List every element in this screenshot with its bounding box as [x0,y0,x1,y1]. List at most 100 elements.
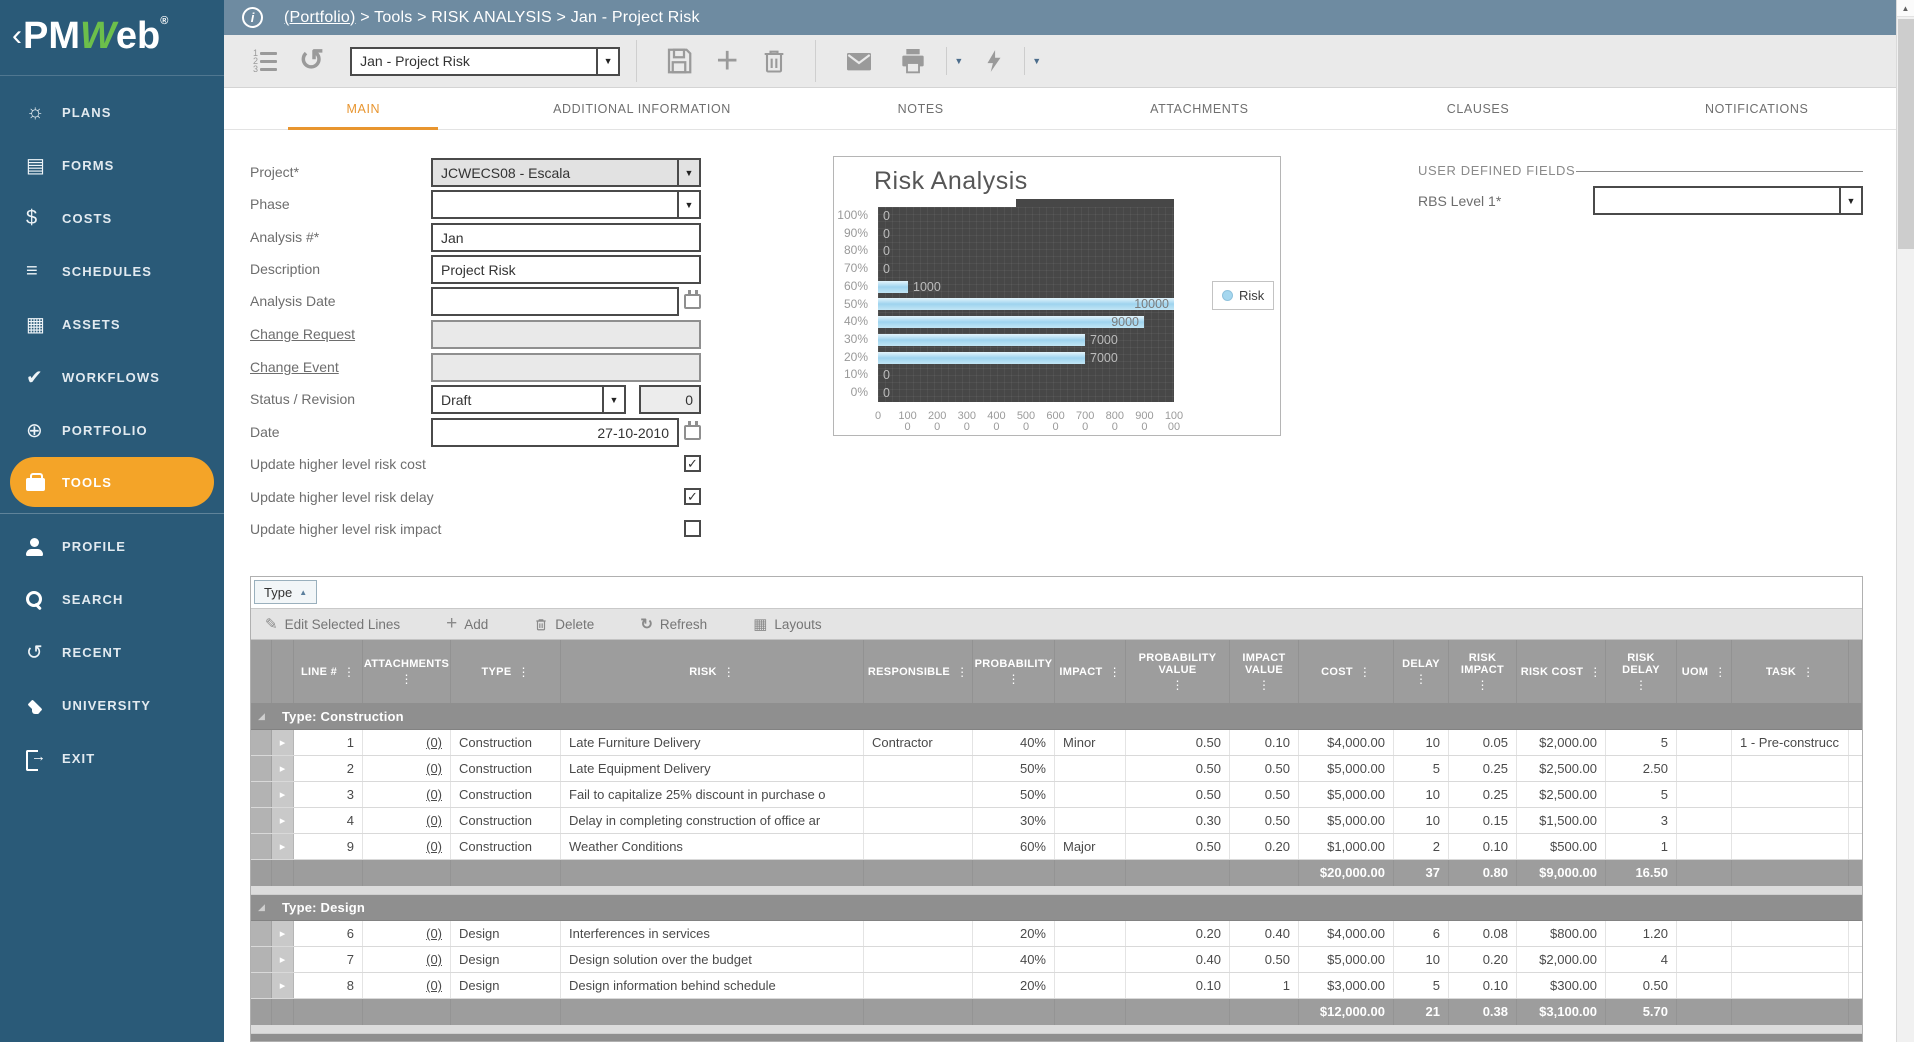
delete-line-button[interactable]: Delete [534,617,594,632]
scrollbar-thumb[interactable] [1898,19,1914,249]
column-menu-icon[interactable]: ⋮ [401,672,413,686]
row-expand-icon[interactable]: ▸ [272,973,294,998]
table-row[interactable]: ▸6(0)DesignInterferences in services20%0… [251,921,1862,947]
sidebar-item-portfolio[interactable]: ⊕PORTFOLIO [0,404,224,457]
table-row[interactable]: ▸1(0)ConstructionLate Furniture Delivery… [251,730,1862,756]
col-header-probability[interactable]: PROBABILITY⋮ [973,640,1055,703]
column-menu-icon[interactable]: ⋮ [1258,678,1270,692]
row-expand-icon[interactable]: ▸ [272,947,294,972]
sidebar-item-assets[interactable]: ▦ASSETS [0,298,224,351]
column-menu-icon[interactable]: ⋮ [956,665,968,679]
attachments-link[interactable]: (0) [426,735,442,750]
sidebar-item-costs[interactable]: $COSTS [0,192,224,245]
row-expand-icon[interactable]: ▸ [272,808,294,833]
attachments-link[interactable]: (0) [426,813,442,828]
column-menu-icon[interactable]: ⋮ [1109,665,1121,679]
attachments-link[interactable]: (0) [426,978,442,993]
column-menu-icon[interactable]: ⋮ [1714,665,1726,679]
lightning-icon[interactable] [981,47,1007,75]
table-row[interactable]: ▸3(0)ConstructionFail to capitalize 25% … [251,782,1862,808]
column-menu-icon[interactable]: ⋮ [1589,665,1601,679]
phase-select[interactable]: ▼ [431,190,701,219]
change-event-link[interactable]: Change Event [250,353,339,382]
analysis-number-input[interactable] [431,223,701,252]
checkbox[interactable]: ✓ [684,455,701,472]
record-selector[interactable]: ▼ [350,47,620,76]
group-collapse-icon[interactable]: ◢ [251,902,272,913]
sidebar-item-forms[interactable]: ▤FORMS [0,139,224,192]
col-header-risk-impact[interactable]: RISK IMPACT⋮ [1449,640,1517,703]
column-menu-icon[interactable]: ⋮ [1415,672,1427,686]
dropdown-caret-icon[interactable]: ▼ [602,387,624,412]
col-header-uom[interactable]: UOM⋮ [1677,640,1732,703]
col-header-line[interactable]: LINE #⋮ [294,640,363,703]
checkbox[interactable]: ✓ [684,488,701,505]
row-expand-icon[interactable]: ▸ [272,782,294,807]
table-row[interactable]: ▸7(0)DesignDesign solution over the budg… [251,947,1862,973]
col-header-delay[interactable]: DELAY⋮ [1394,640,1449,703]
attachments-link[interactable]: (0) [426,787,442,802]
col-header-impact-value[interactable]: IMPACT VALUE⋮ [1230,640,1299,703]
add-icon[interactable]: + [716,46,738,76]
group-row[interactable]: ◢Type: Construction [251,704,1862,730]
table-row[interactable]: ▸2(0)ConstructionLate Equipment Delivery… [251,756,1862,782]
attachments-link[interactable]: (0) [426,952,442,967]
table-row[interactable]: ▸9(0)ConstructionWeather Conditions60%Ma… [251,834,1862,860]
col-header-type[interactable]: TYPE⋮ [451,640,561,703]
rbs-level-input[interactable] [1595,188,1839,213]
lightning-options-caret-icon[interactable]: ▼ [1024,47,1048,75]
phase-input[interactable] [433,192,677,217]
delete-icon[interactable] [760,47,788,75]
row-expand-icon[interactable]: ▸ [272,756,294,781]
sidebar-item-exit[interactable]: EXIT [0,732,224,785]
rbs-level-select[interactable]: ▼ [1593,186,1863,215]
attachments-link[interactable]: (0) [426,926,442,941]
row-expand-icon[interactable]: ▸ [272,834,294,859]
edit-selected-lines-button[interactable]: ✎Edit Selected Lines [265,615,400,633]
pmweb-logo[interactable]: ‹PMWeb® [0,0,224,76]
analysis-date-input[interactable] [431,287,679,316]
status-input[interactable] [433,387,602,412]
column-menu-icon[interactable]: ⋮ [1359,665,1371,679]
date-input[interactable] [431,418,679,447]
col-header-risk-cost[interactable]: RISK COST⋮ [1517,640,1606,703]
sidebar-item-tools[interactable]: TOOLS [10,457,214,507]
group-by-chip[interactable]: Type ▲ [254,580,317,604]
group-collapse-icon[interactable]: ◢ [251,711,272,722]
history-icon[interactable]: ↺ [299,47,324,75]
breadcrumb-portfolio-link[interactable]: (Portfolio) [284,9,356,26]
group-row[interactable]: ◢Type: Design [251,895,1862,921]
print-options-caret-icon[interactable]: ▼ [946,47,970,75]
column-menu-icon[interactable]: ⋮ [723,665,735,679]
calendar-icon[interactable] [684,294,701,309]
dropdown-caret-icon[interactable]: ▼ [1839,188,1861,213]
col-header-risk-delay[interactable]: RISK DELAY⋮ [1606,640,1677,703]
sidebar-item-workflows[interactable]: ✔WORKFLOWS [0,351,224,404]
column-menu-icon[interactable]: ⋮ [1008,672,1020,686]
vertical-scrollbar[interactable]: ▲ [1896,0,1914,1042]
layouts-button[interactable]: ▦Layouts [753,615,821,633]
column-menu-icon[interactable]: ⋮ [1635,678,1647,692]
tab-notes[interactable]: NOTES [781,88,1060,129]
add-line-button[interactable]: +Add [446,613,488,635]
column-menu-icon[interactable]: ⋮ [517,665,529,679]
col-header-risk[interactable]: RISK⋮ [561,640,864,703]
project-select[interactable]: ▼ [431,158,701,187]
description-input[interactable] [431,255,701,284]
sidebar-item-plans[interactable]: ☼PLANS [0,86,224,139]
save-icon[interactable] [664,46,694,76]
refresh-button[interactable]: ↻Refresh [640,615,707,633]
sidebar-item-search[interactable]: SEARCH [0,573,224,626]
dropdown-caret-icon[interactable]: ▼ [596,49,618,74]
info-icon[interactable]: i [242,7,263,28]
sidebar-item-university[interactable]: UNIVERSITY [0,679,224,732]
col-header-cost[interactable]: COST⋮ [1299,640,1394,703]
mail-icon[interactable] [843,45,875,77]
numbered-list-icon[interactable]: 123 [250,50,277,72]
group-row[interactable]: ◢Type: Pre-Design [251,1034,1862,1042]
attachments-link[interactable]: (0) [426,761,442,776]
attachments-link[interactable]: (0) [426,839,442,854]
tab-additional-information[interactable]: ADDITIONAL INFORMATION [503,88,782,129]
table-row[interactable]: ▸4(0)ConstructionDelay in completing con… [251,808,1862,834]
status-select[interactable]: ▼ [431,385,626,414]
